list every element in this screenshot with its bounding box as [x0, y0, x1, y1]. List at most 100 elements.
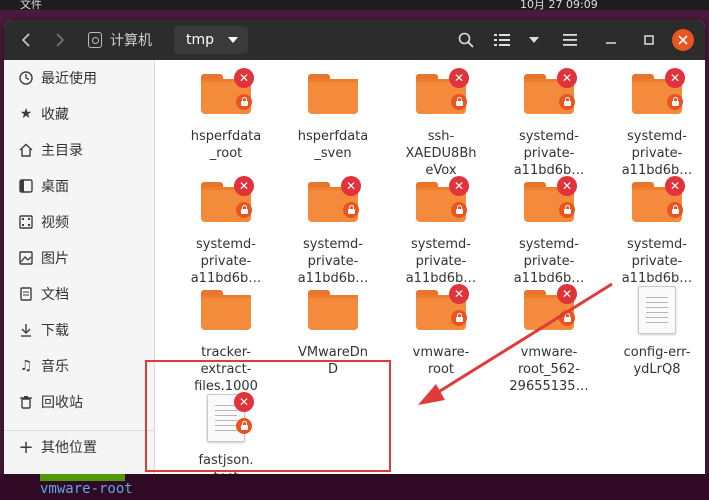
top-bar-app-menu[interactable]: 文件	[20, 0, 42, 10]
lock-emblem-icon	[236, 94, 252, 110]
maximize-icon	[644, 35, 654, 45]
sidebar-item-trash[interactable]: 回收站	[4, 387, 154, 417]
no-access-emblem-icon: ✕	[234, 176, 254, 196]
terminal-text: vmware-root	[40, 481, 133, 497]
file-name-label: hsperfdata _root	[190, 129, 262, 161]
sidebar-item-desktop[interactable]: 桌面	[4, 171, 154, 201]
file-item[interactable]: ✕ systemd-private-a11bd6b…	[499, 68, 599, 179]
desktop-icon	[18, 178, 34, 194]
lock-emblem-icon	[559, 94, 575, 110]
file-item[interactable]: ✕ systemd-private-a11bd6b…	[499, 176, 599, 287]
music-icon: ♫	[19, 358, 33, 374]
sidebar-item-label: 主目录	[41, 143, 83, 159]
file-name-label: vmware-root_562- 29655135…	[509, 345, 589, 394]
breadcrumb-computer[interactable]: 计算机	[84, 26, 168, 54]
back-button[interactable]	[12, 26, 40, 54]
sidebar-item-videos[interactable]: 视频	[4, 207, 154, 237]
file-item[interactable]: ✕ systemd-private-a11bd6b…	[607, 68, 705, 179]
sidebar-item-starred[interactable]: ★ 收藏	[4, 99, 154, 129]
places-sidebar: 最近使用 ★ 收藏 主目录 桌面 视频 图片 文档 下载 ♫ 音乐 回收站 + …	[4, 60, 155, 474]
view-options-button[interactable]	[522, 26, 546, 54]
folder-icon	[308, 74, 358, 114]
minimize-icon	[606, 42, 616, 44]
close-button[interactable]	[672, 29, 694, 51]
sidebar-item-label: 其他位置	[41, 440, 97, 456]
file-item[interactable]: ✕ vmware-root	[391, 284, 491, 378]
document-icon	[18, 286, 34, 302]
chevron-right-icon	[56, 33, 65, 47]
terminal-highlight	[40, 474, 125, 481]
file-name-label: ssh- XAEDU8Bh eVox	[405, 129, 477, 178]
no-access-emblem-icon: ✕	[341, 176, 361, 196]
download-icon	[18, 322, 34, 338]
file-item[interactable]: ✕ ssh- XAEDU8Bh eVox	[391, 68, 491, 179]
file-item[interactable]: ✕ systemd-private-a11bd6b…	[283, 176, 383, 287]
sidebar-item-pictures[interactable]: 图片	[4, 243, 154, 273]
desktop-top-bar: 文件 10月 27 09:09	[0, 0, 709, 10]
sidebar-item-downloads[interactable]: 下载	[4, 315, 154, 345]
breadcrumb-current-label: tmp	[186, 32, 215, 48]
list-view-button[interactable]	[488, 26, 516, 54]
sidebar-item-label: 桌面	[41, 179, 69, 195]
list-view-icon	[494, 34, 510, 46]
sidebar-item-other-locations[interactable]: + 其他位置	[4, 432, 154, 462]
file-item[interactable]: ✕ systemd-private-a11bd6b…	[176, 176, 276, 287]
lock-emblem-icon	[451, 202, 467, 218]
file-item[interactable]: ✕ vmware-root_562- 29655135…	[499, 284, 599, 395]
file-name-label: systemd-private-a11bd6b…	[513, 237, 585, 286]
file-name-label: systemd-private-a11bd6b…	[405, 237, 477, 286]
file-name-label: vmware-root	[412, 345, 470, 377]
lock-emblem-icon	[451, 94, 467, 110]
breadcrumb-current-folder[interactable]: tmp	[174, 26, 248, 54]
file-item[interactable]: ✕ systemd-private-a11bd6b…	[607, 176, 705, 287]
plus-icon: +	[18, 436, 34, 458]
no-access-emblem-icon: ✕	[557, 68, 577, 88]
text-file-icon	[638, 286, 676, 334]
folder-icon	[308, 290, 358, 330]
forward-button[interactable]	[46, 26, 74, 54]
file-name-label: systemd-private-a11bd6b…	[513, 129, 585, 178]
file-item[interactable]: ✕ hsperfdata _root	[176, 68, 276, 162]
sidebar-item-label: 最近使用	[41, 71, 97, 87]
no-access-emblem-icon: ✕	[557, 176, 577, 196]
menu-button[interactable]	[556, 26, 584, 54]
lock-emblem-icon	[559, 202, 575, 218]
lock-emblem-icon	[451, 310, 467, 326]
file-name-label: systemd-private-a11bd6b…	[621, 237, 693, 286]
home-icon	[18, 142, 34, 158]
chevron-down-icon	[228, 37, 239, 43]
clock-icon	[18, 70, 34, 86]
no-access-emblem-icon: ✕	[449, 284, 469, 304]
trash-icon	[18, 394, 34, 410]
minimize-button[interactable]	[600, 26, 622, 54]
no-access-emblem-icon: ✕	[665, 68, 685, 88]
file-item[interactable]: ✕ systemd-private-a11bd6b…	[391, 176, 491, 287]
header-bar: 计算机 tmp	[4, 20, 705, 60]
file-item[interactable]: config-err-ydLrQ8	[607, 286, 705, 378]
lock-emblem-icon	[667, 202, 683, 218]
file-name-label: systemd-private-a11bd6b…	[297, 237, 369, 286]
no-access-emblem-icon: ✕	[234, 68, 254, 88]
star-icon: ★	[19, 106, 33, 122]
sidebar-item-label: 图片	[41, 251, 69, 267]
no-access-emblem-icon: ✕	[449, 68, 469, 88]
no-access-emblem-icon: ✕	[449, 176, 469, 196]
annotation-highlight-box	[145, 360, 391, 472]
search-button[interactable]	[452, 26, 480, 54]
lock-emblem-icon	[343, 202, 359, 218]
sidebar-item-recent[interactable]: 最近使用	[4, 63, 154, 93]
terminal-background: vmware-root	[0, 474, 709, 500]
maximize-button[interactable]	[638, 26, 660, 54]
sidebar-item-music[interactable]: ♫ 音乐	[4, 351, 154, 381]
sidebar-item-home[interactable]: 主目录	[4, 135, 154, 165]
sidebar-item-label: 文档	[41, 287, 69, 303]
file-item[interactable]: hsperfdata _sven	[283, 70, 383, 162]
sidebar-item-label: 回收站	[41, 395, 83, 411]
video-icon	[18, 214, 34, 230]
file-name-label: systemd-private-a11bd6b…	[190, 237, 262, 286]
chevron-left-icon	[21, 33, 30, 47]
sidebar-item-documents[interactable]: 文档	[4, 279, 154, 309]
top-bar-clock[interactable]: 10月 27 09:09	[520, 0, 598, 10]
folder-icon	[201, 290, 251, 330]
sidebar-item-label: 下载	[41, 323, 69, 339]
